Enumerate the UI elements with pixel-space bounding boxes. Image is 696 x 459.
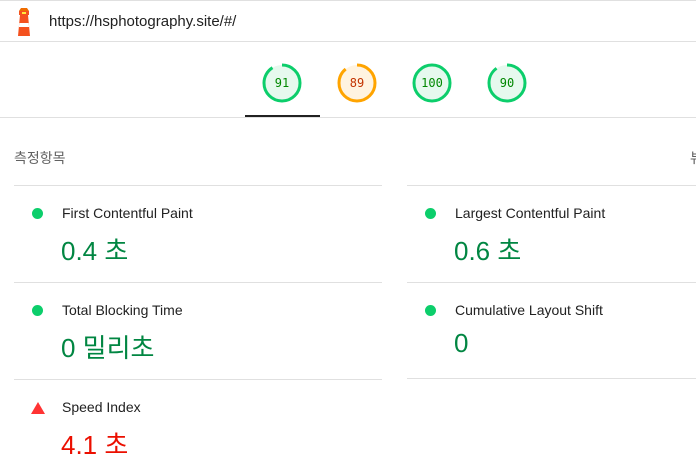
report-header: https://hsphotography.site/#/ [0, 0, 696, 42]
metric-value-cls: 0 [454, 328, 469, 358]
divider [14, 379, 382, 380]
view-toggle-label[interactable]: 뷰 [690, 148, 696, 168]
gauge-score: 91 [274, 76, 290, 90]
gauge-score: 100 [421, 76, 443, 90]
pass-icon [32, 208, 43, 219]
pass-icon [425, 305, 436, 316]
pass-icon [425, 208, 436, 219]
pass-icon [32, 305, 43, 316]
lighthouse-logo-icon [18, 8, 30, 36]
gauge-score: 90 [499, 76, 515, 90]
metric-value-fcp: 0.4 초 [61, 236, 129, 266]
metric-label-fcp: First Contentful Paint [62, 205, 193, 221]
metric-label-si: Speed Index [62, 399, 141, 415]
fail-icon [31, 402, 45, 414]
divider [407, 378, 696, 379]
active-tab-indicator [245, 115, 320, 117]
seo-gauge[interactable]: 90 [487, 63, 527, 103]
performance-gauge[interactable]: 91 [262, 63, 302, 103]
divider [407, 282, 696, 283]
metric-value-si: 4.1 초 [61, 430, 129, 459]
divider [14, 282, 382, 283]
metric-label-cls: Cumulative Layout Shift [455, 302, 603, 318]
metric-label-tbt: Total Blocking Time [62, 302, 183, 318]
accessibility-gauge[interactable]: 89 [337, 63, 377, 103]
metric-label-lcp: Largest Contentful Paint [455, 205, 606, 221]
page-url[interactable]: https://hsphotography.site/#/ [49, 13, 236, 30]
metric-value-tbt: 0 밀리초 [61, 333, 155, 363]
divider [14, 185, 382, 186]
score-gauges: 91 89 100 90 [0, 42, 696, 118]
metric-value-lcp: 0.6 초 [454, 236, 522, 266]
gauge-score: 89 [349, 76, 365, 90]
metrics-section-title: 측정항목 [14, 150, 66, 166]
best-practices-gauge[interactable]: 100 [412, 63, 452, 103]
divider [407, 185, 696, 186]
